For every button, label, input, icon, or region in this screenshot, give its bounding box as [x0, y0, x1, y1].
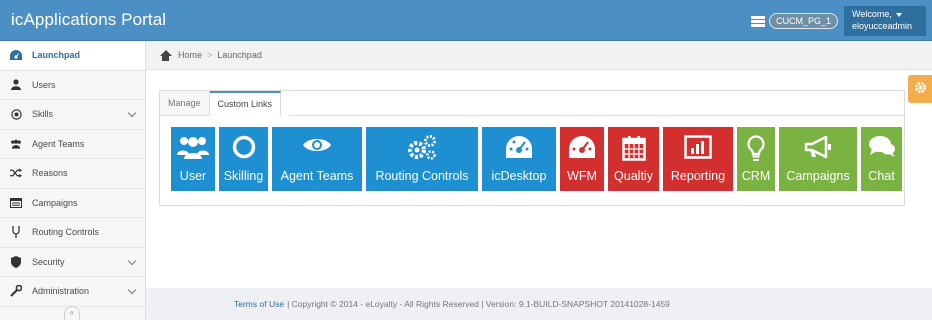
link-skilling[interactable]: Skilling [219, 127, 268, 191]
calendar-icon [608, 135, 659, 161]
link-label: Qualtiy [614, 169, 653, 183]
home-icon[interactable] [159, 49, 172, 61]
footer-copyright: | Copyright © 2014 - eLoyalty - All Righ… [287, 299, 670, 309]
sidebar-item-label: Agent Teams [32, 138, 85, 149]
chevron-down-icon[interactable] [127, 256, 137, 265]
sidebar-item-label: Users [32, 79, 56, 90]
link-label: User [179, 169, 207, 183]
link-reporting[interactable]: Reporting [663, 127, 733, 191]
gear-icon [914, 81, 927, 97]
link-quality[interactable]: Qualtiy [608, 127, 659, 191]
shield-icon [10, 255, 22, 268]
dashboard-icon [482, 135, 556, 159]
link-label: WFM [567, 169, 597, 183]
fork-icon [10, 226, 22, 239]
top-bar: icApplications Portal CUCM_PG_1 Welcome,… [0, 0, 932, 41]
megaphone-icon [779, 135, 857, 159]
sidebar-item-label: Launchpad [32, 50, 81, 61]
link-label: Reporting [670, 169, 726, 183]
app-title: icApplications Portal [11, 10, 167, 29]
link-crm[interactable]: CRM [737, 127, 775, 191]
link-wfm[interactable]: WFM [560, 127, 604, 191]
chevron-down-icon[interactable] [127, 108, 137, 118]
breadcrumb-current: Launchpad [217, 50, 262, 60]
eye-icon [272, 135, 362, 155]
sidebar: Launchpad Users Skills Agent Teams Reaso… [0, 41, 155, 320]
breadcrumb-home[interactable]: Home [178, 50, 202, 60]
link-label: Campaigns [786, 169, 850, 183]
gauge-icon [560, 135, 604, 159]
footer: Terms of Use | Copyright © 2014 - eLoyal… [146, 288, 932, 320]
circle-icon [219, 135, 268, 159]
link-label: Chat [868, 169, 895, 183]
site-badge[interactable]: CUCM_PG_1 [768, 13, 838, 29]
sidebar-item-label: Administration [32, 286, 90, 297]
chevron-down-icon[interactable] [127, 285, 137, 295]
sidebar-item-reasons[interactable]: Reasons [0, 159, 145, 189]
collapse-sidebar-button[interactable]: « [64, 306, 80, 320]
link-agent-teams[interactable]: Agent Teams [272, 127, 362, 191]
shuffle-icon [10, 167, 22, 179]
link-chat[interactable]: Chat [861, 127, 902, 191]
server-icon[interactable] [750, 15, 765, 27]
custom-links-grid: User Skilling Agent Teams Routing Contro… [171, 127, 902, 191]
list-icon [10, 197, 22, 209]
sidebar-item-routing-controls[interactable]: Routing Controls [0, 218, 145, 248]
sidebar-item-administration[interactable]: Administration [0, 277, 145, 307]
sidebar-item-label: Reasons [32, 168, 68, 179]
group-icon [10, 138, 22, 150]
sidebar-item-agent-teams[interactable]: Agent Teams [0, 130, 145, 159]
users-icon [171, 135, 215, 159]
sidebar-item-launchpad[interactable]: Launchpad [0, 41, 155, 71]
top-right-area: CUCM_PG_1 Welcome, eloyucceadmin [750, 6, 926, 36]
sidebar-item-label: Campaigns [32, 197, 78, 208]
user-icon [10, 79, 22, 91]
chat-icon [861, 135, 902, 159]
caret-down-icon [895, 12, 902, 17]
welcome-label: Welcome, [852, 9, 892, 19]
link-campaigns[interactable]: Campaigns [779, 127, 857, 191]
link-label: Skilling [223, 169, 264, 183]
cogs-icon [366, 135, 478, 161]
sidebar-item-users[interactable]: Users [0, 71, 145, 100]
link-user[interactable]: User [171, 127, 215, 191]
tab-manage[interactable]: Manage [160, 91, 210, 116]
tab-custom-links[interactable]: Custom Links [209, 91, 282, 116]
tab-divider [289, 115, 904, 116]
bar-chart-icon [663, 135, 733, 159]
username: eloyucceadmin [852, 21, 913, 31]
link-icdesktop[interactable]: icDesktop [482, 127, 556, 191]
lightbulb-icon [737, 135, 775, 163]
breadcrumb: Home > Launchpad [146, 41, 932, 70]
breadcrumb-separator: > [207, 50, 213, 60]
sidebar-item-label: Security [32, 256, 65, 267]
link-routing-controls[interactable]: Routing Controls [366, 127, 478, 191]
link-label: Agent Teams [280, 169, 354, 183]
sidebar-item-campaigns[interactable]: Campaigns [0, 189, 145, 218]
settings-button[interactable] [908, 75, 932, 103]
dashboard-icon [10, 49, 22, 61]
sidebar-item-security[interactable]: Security [0, 248, 145, 277]
link-label: Routing Controls [375, 169, 469, 183]
sidebar-item-skills[interactable]: Skills [0, 100, 145, 130]
wrench-icon [10, 285, 22, 297]
link-label: icDesktop [491, 169, 547, 183]
terms-of-use-link[interactable]: Terms of Use [234, 299, 284, 309]
tab-bar: Manage Custom Links [160, 91, 282, 116]
target-icon [10, 108, 22, 120]
link-label: CRM [741, 169, 771, 183]
sidebar-item-label: Routing Controls [32, 227, 100, 238]
user-menu[interactable]: Welcome, eloyucceadmin [844, 6, 926, 36]
sidebar-item-label: Skills [32, 109, 54, 120]
